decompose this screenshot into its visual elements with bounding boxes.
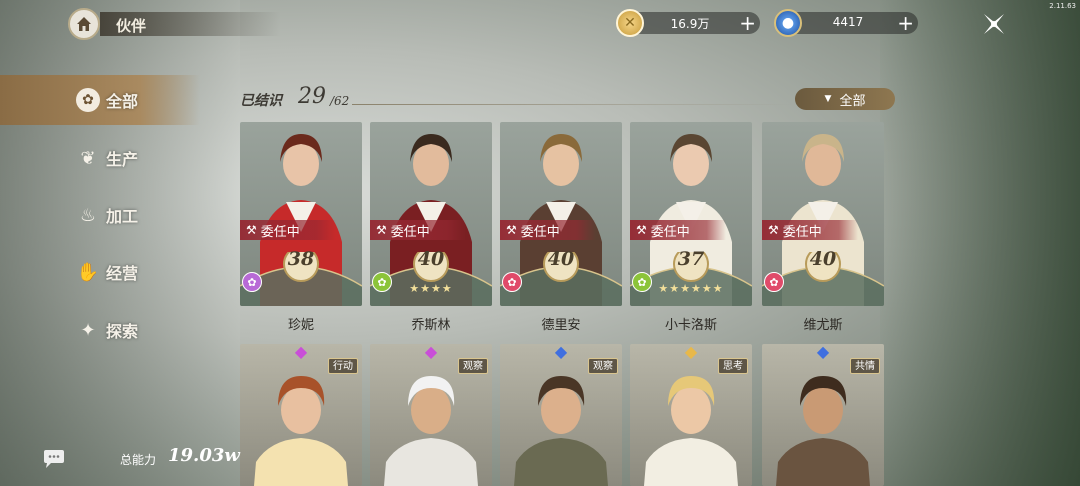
home-button[interactable] — [68, 8, 100, 40]
add-gem-button[interactable]: + — [897, 12, 914, 34]
trait-tag: 思考 — [718, 358, 748, 374]
add-gold-button[interactable]: + — [739, 12, 756, 34]
sidebar-item-label: 经营 — [106, 264, 139, 283]
companion-name: 德里安 — [541, 318, 581, 333]
known-label: 已结识 — [240, 93, 282, 109]
close-icon — [984, 14, 1004, 34]
level-number: 37 — [677, 248, 705, 270]
books-icon: ⚒ — [768, 223, 779, 237]
type-icon: ✿ — [242, 272, 262, 292]
companion-card[interactable]: ◆ 观察 — [500, 344, 622, 486]
close-button[interactable] — [980, 10, 1008, 38]
title-bar: 伙伴 — [100, 12, 280, 36]
level-number: 38 — [287, 248, 315, 270]
filter-dropdown[interactable]: ▼ 全部 — [795, 88, 895, 110]
type-icon: ✿ — [764, 272, 784, 292]
page-title: 伙伴 — [116, 17, 147, 35]
header-divider — [352, 104, 792, 105]
type-icon: ✿ — [372, 272, 392, 292]
sidebar-item-all[interactable]: ✿ 全部 — [0, 75, 200, 125]
status-badge-label: 委任中 — [650, 224, 690, 240]
status-badge: ⚒ 委任中 — [240, 220, 336, 240]
version-label: 2.11.63 — [1049, 2, 1076, 10]
anvil-icon: ⚒ — [506, 223, 517, 237]
hand-icon: ✋ — [76, 261, 100, 283]
companion-name: 维尤斯 — [803, 318, 843, 333]
companion-card[interactable]: ◆ 思考 — [630, 344, 752, 486]
companion-card[interactable]: ⚒ 委任中 40 ★★★★ ✿ — [370, 122, 492, 306]
status-badge-label: 委任中 — [260, 224, 300, 240]
pot-icon: ♨ — [79, 204, 97, 226]
trait-tag: 行动 — [328, 358, 358, 374]
gold-coin-icon: ✕ — [616, 9, 644, 37]
pick-icon: ⚒ — [246, 223, 257, 237]
companion-card[interactable]: ◆ 共情 — [762, 344, 884, 486]
status-badge: ⚒ 委任中 — [630, 220, 726, 240]
level-number: 40 — [809, 248, 837, 270]
blue-gem-icon: ● — [774, 9, 802, 37]
gold-amount: 16.9万 — [670, 17, 710, 31]
companion-card[interactable]: ⚒ 委任中 40 ✿ — [762, 122, 884, 306]
background-right-foliage — [880, 0, 1080, 486]
status-badge: ⚒ 委任中 — [500, 220, 596, 240]
total-power-value: 19.03w — [168, 445, 240, 466]
known-count: 29 — [298, 84, 326, 109]
sidebar-item-label: 全部 — [106, 92, 139, 111]
sidebar-item-business[interactable]: ✋ 经营 — [0, 247, 200, 297]
level-number: 40 — [417, 248, 445, 270]
sidebar-item-processing[interactable]: ♨ 加工 — [0, 190, 200, 240]
status-badge-label: 委任中 — [520, 224, 560, 240]
rooster-icon: ⚒ — [636, 223, 647, 237]
level-number: 40 — [547, 248, 575, 270]
background-left-shade — [0, 0, 240, 486]
companion-name: 小卡洛斯 — [664, 318, 717, 333]
gem-amount: 4417 — [832, 15, 864, 29]
rooster-icon: ⚒ — [376, 223, 387, 237]
sidebar-item-label: 加工 — [106, 207, 139, 226]
total-power-label: 总能力 — [120, 453, 157, 467]
sidebar-item-explore[interactable]: ✦ 探索 — [0, 305, 200, 355]
companion-card[interactable]: ◆ 行动 — [240, 344, 362, 486]
sidebar-item-production[interactable]: ❦ 生产 — [0, 133, 200, 183]
gold-currency: ✕ 16.9万 + — [616, 9, 760, 37]
known-total: /62 — [330, 94, 350, 108]
trait-tag: 观察 — [458, 358, 488, 374]
chevron-down-icon: ▼ — [824, 94, 832, 104]
companion-name: 乔斯林 — [411, 318, 451, 333]
compass-icon: ✦ — [80, 319, 96, 341]
companion-card[interactable]: ⚒ 委任中 37 ★★★★★★ ✿ — [630, 122, 752, 306]
leaf-icon: ❦ — [80, 147, 96, 169]
type-icon: ✿ — [632, 272, 652, 292]
companion-name: 珍妮 — [287, 318, 314, 333]
sidebar-item-label: 探索 — [106, 322, 139, 341]
trait-tag: 共情 — [850, 358, 880, 374]
chat-button[interactable] — [42, 448, 66, 470]
status-badge: ⚒ 委任中 — [370, 220, 466, 240]
companion-card[interactable]: ◆ 观察 — [370, 344, 492, 486]
status-badge-label: 委任中 — [390, 224, 430, 240]
filter-label: 全部 — [839, 93, 866, 109]
home-icon — [77, 17, 91, 31]
gem-currency: ● 4417 + — [774, 9, 918, 37]
sidebar-item-label: 生产 — [106, 150, 139, 169]
status-badge-label: 委任中 — [782, 224, 822, 240]
companion-card[interactable]: ⚒ 委任中 38 ✿ — [240, 122, 362, 306]
chat-bubble-icon — [44, 450, 64, 468]
type-icon: ✿ — [502, 272, 522, 292]
companion-card[interactable]: ⚒ 委任中 40 ✿ — [500, 122, 622, 306]
grid-icon: ✿ — [76, 88, 100, 112]
trait-tag: 观察 — [588, 358, 618, 374]
status-badge: ⚒ 委任中 — [762, 220, 858, 240]
